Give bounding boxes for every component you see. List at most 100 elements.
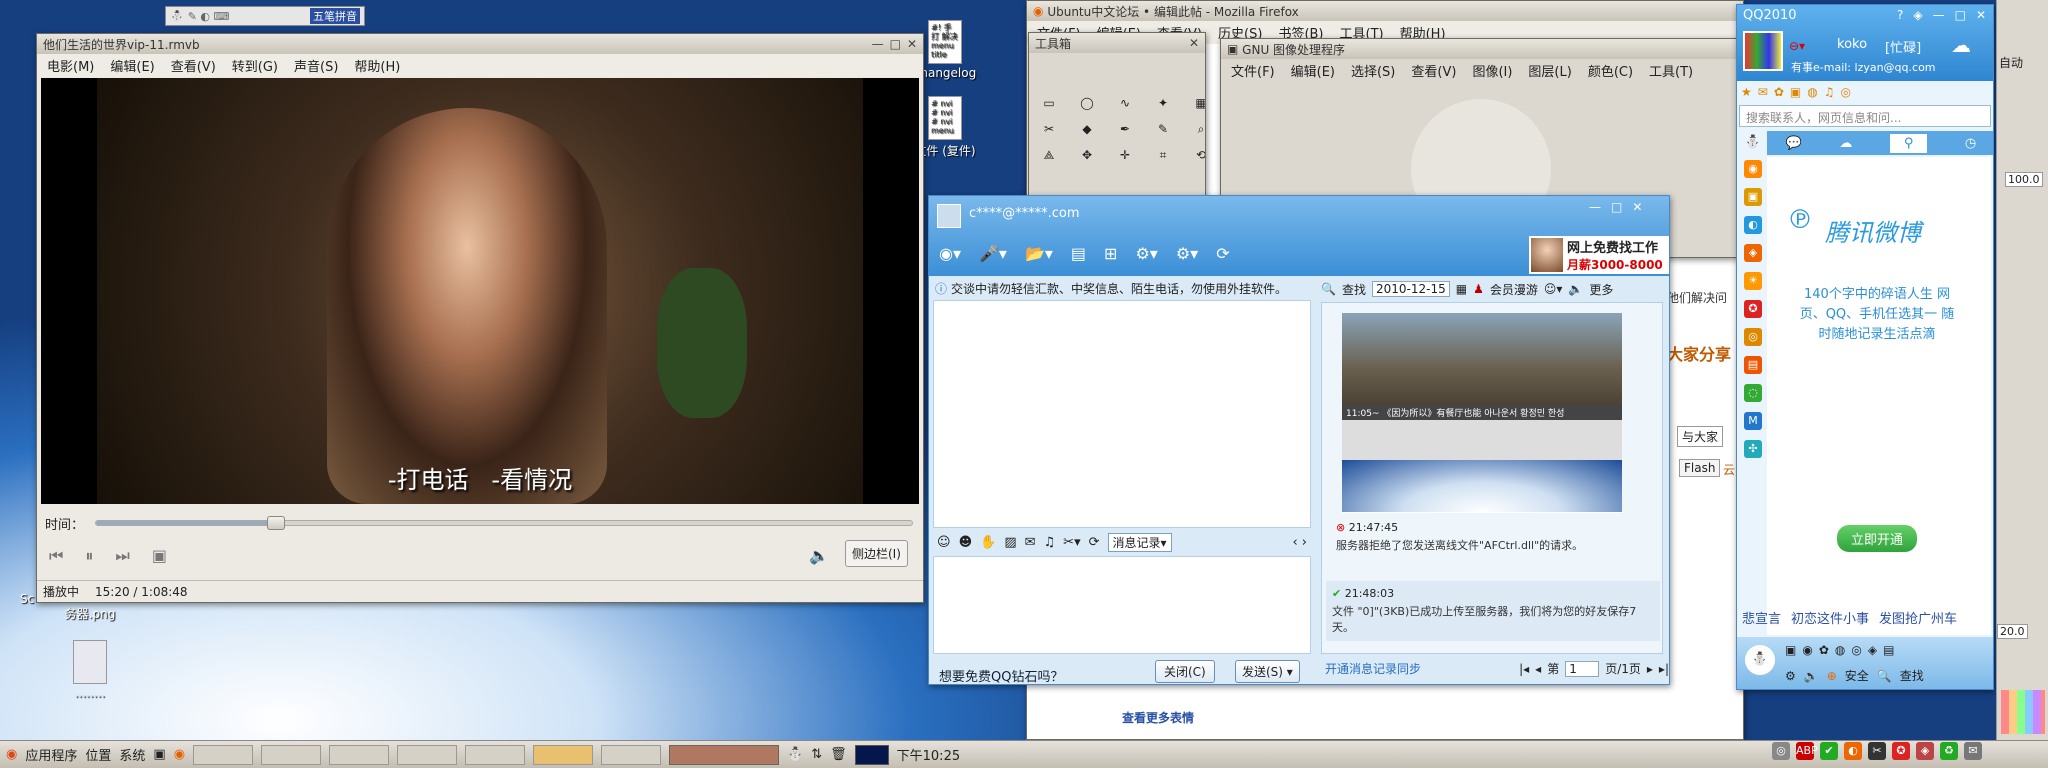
tab-weibo-icon[interactable]: ⚲ xyxy=(1889,133,1928,153)
tool-icon[interactable]: ◉ xyxy=(1802,643,1812,657)
tool-icon[interactable]: ▤ xyxy=(1883,643,1894,657)
app-icon[interactable]: ▣ xyxy=(1744,188,1762,206)
tool-icon[interactable]: ◎ xyxy=(1851,643,1861,657)
scissors-tool-icon[interactable]: ✂ xyxy=(1039,119,1059,139)
settings-icon[interactable]: ⚙▾ xyxy=(1176,244,1198,263)
search-label[interactable]: 查找 xyxy=(1342,281,1366,298)
seek-handle[interactable] xyxy=(266,516,285,530)
member-roaming[interactable]: 会员漫游 xyxy=(1490,281,1538,298)
app-icon[interactable]: M xyxy=(1744,412,1762,430)
menu-item[interactable]: 编辑(E) xyxy=(110,56,154,75)
menu-item[interactable]: 查看(V) xyxy=(171,56,216,75)
taskbar-window-button[interactable] xyxy=(397,744,458,765)
qq-promo[interactable]: 想要免费QQ钻石吗？ xyxy=(939,666,1063,684)
align-tool-icon[interactable]: ✛ xyxy=(1115,145,1135,165)
system-monitor[interactable] xyxy=(854,744,889,765)
clock[interactable]: 下午10:25 xyxy=(897,745,960,764)
desktop-icon-blurred[interactable]: ........ xyxy=(55,640,125,700)
tab-contacts-icon[interactable]: 💬 xyxy=(1786,136,1802,151)
open-weibo-button[interactable]: 立即开通 xyxy=(1837,525,1918,552)
more-button[interactable]: 更多 xyxy=(1589,281,1613,298)
share-icon[interactable]: ▤ xyxy=(1071,244,1086,263)
wallet-icon[interactable]: ▣ xyxy=(1790,85,1801,99)
rotate-tool-icon[interactable]: ⟲ xyxy=(1191,145,1205,165)
color-picker-tool-icon[interactable]: ✎ xyxy=(1153,119,1173,139)
qq-tray-icon[interactable]: ⛄ xyxy=(787,747,803,762)
menu-item[interactable]: 颜色(C) xyxy=(1588,61,1633,80)
foreground-select-tool-icon[interactable]: ◆ xyxy=(1077,119,1097,139)
find-label[interactable]: 查找 xyxy=(1900,667,1924,684)
color-select-tool-icon[interactable]: ▦ xyxy=(1191,93,1205,113)
zoom-tool-icon[interactable]: ⌕ xyxy=(1191,119,1205,139)
link[interactable]: 悲宣言 xyxy=(1742,608,1781,627)
maximize-icon[interactable]: □ xyxy=(890,37,901,51)
weather-icon[interactable]: ☁ xyxy=(1951,33,1971,57)
music-icon[interactable]: ♫ xyxy=(1044,535,1056,550)
menu-item[interactable]: 声音(S) xyxy=(294,56,338,75)
message-input[interactable] xyxy=(933,556,1311,654)
tray-icon[interactable]: ◐ xyxy=(1844,742,1862,760)
page-input[interactable]: 1 xyxy=(1565,660,1600,677)
seek-bar[interactable] xyxy=(95,516,913,530)
maximize-icon[interactable]: □ xyxy=(1955,8,1966,22)
last-page-icon[interactable]: ▸| xyxy=(1659,662,1669,676)
menu-item[interactable]: 文件(F) xyxy=(1231,61,1275,80)
volume-icon[interactable]: 🔈 xyxy=(809,546,829,565)
menu-item[interactable]: 编辑(E) xyxy=(1291,61,1335,80)
mail-icon[interactable]: ✉ xyxy=(1964,742,1982,760)
help-icon[interactable]: ? xyxy=(1897,8,1903,22)
palette-grid[interactable] xyxy=(2001,690,2045,734)
shared-image[interactable]: 11:05~ 《因为所以》有餐厅也能 아나운서 황정민 한성 xyxy=(1342,313,1622,513)
fullscreen-icon[interactable]: ▣ xyxy=(152,546,167,566)
tab-recent-icon[interactable]: ◷ xyxy=(1965,136,1976,151)
magic-wand-tool-icon[interactable]: ✦ xyxy=(1153,93,1173,113)
image-icon[interactable]: ▨ xyxy=(1004,535,1016,550)
crop-tool-icon[interactable]: ⌗ xyxy=(1153,145,1173,165)
close-icon[interactable]: ✕ xyxy=(1632,200,1642,214)
menu-item[interactable]: 帮助(H) xyxy=(354,56,400,75)
voice-call-icon[interactable]: 🎤▾ xyxy=(979,244,1007,263)
menu-places[interactable]: 位置 xyxy=(85,745,111,764)
tool-icon[interactable]: ◈ xyxy=(1868,643,1877,657)
send-file-icon[interactable]: 📂▾ xyxy=(1025,244,1053,263)
minimize-icon[interactable]: — xyxy=(1933,8,1945,22)
previous-icon[interactable]: ⏮ xyxy=(49,546,63,566)
page-snippet[interactable]: 与大家 xyxy=(1677,426,1724,447)
tray-icon[interactable]: ✔ xyxy=(1820,742,1838,760)
next-icon[interactable]: ⏭ xyxy=(115,546,129,566)
link[interactable]: 发图抢广州车 xyxy=(1879,608,1957,627)
next-page-icon[interactable]: ▸ xyxy=(1647,662,1653,676)
ime-toolbar[interactable]: ⛄ ✎ ◐ ⌨ 五笔拼音 xyxy=(165,6,365,26)
app-icon[interactable]: ✪ xyxy=(1744,300,1762,318)
minimize-icon[interactable]: — xyxy=(872,37,884,51)
settings-icon[interactable]: ⚙ xyxy=(1785,669,1796,683)
first-page-icon[interactable]: |◂ xyxy=(1519,662,1529,676)
send-button[interactable]: 发送(S) ▾ xyxy=(1235,660,1300,683)
sync-small-icon[interactable]: ⟳ xyxy=(1089,535,1100,550)
app-icon[interactable]: ▤ xyxy=(1744,356,1762,374)
workspace-switcher[interactable] xyxy=(669,744,780,765)
user-avatar[interactable] xyxy=(1743,31,1783,71)
taskbar-window-button[interactable] xyxy=(533,744,594,765)
mail-icon[interactable]: ✉ xyxy=(1758,85,1768,99)
tool-icon[interactable]: ✿ xyxy=(1819,643,1829,657)
zoom-field[interactable]: 100.0 xyxy=(2005,172,2043,187)
taskbar-window-button[interactable] xyxy=(329,744,390,765)
sync-icon[interactable]: ⟳ xyxy=(1216,244,1229,263)
music-icon[interactable]: ♫ xyxy=(1824,85,1835,99)
lasso-tool-icon[interactable]: ∿ xyxy=(1115,93,1135,113)
star-icon[interactable]: ★ xyxy=(1741,85,1752,99)
message-log-button[interactable]: 消息记录▾ xyxy=(1107,532,1172,552)
close-icon[interactable]: ✕ xyxy=(1976,8,1986,22)
space-icon[interactable]: ✿ xyxy=(1774,85,1784,99)
font-icon[interactable]: ☺ xyxy=(937,535,951,550)
pause-icon[interactable]: ⏸ xyxy=(85,546,93,566)
tray-icon[interactable]: ♻ xyxy=(1940,742,1958,760)
move-tool-icon[interactable]: ✥ xyxy=(1077,145,1097,165)
tab-groups-icon[interactable]: ☁ xyxy=(1839,136,1852,151)
skin-icon[interactable]: ◈ xyxy=(1913,8,1922,22)
flash-button[interactable]: Flash xyxy=(1679,459,1721,477)
taskbar-window-button[interactable] xyxy=(601,744,662,765)
safety-label[interactable]: 安全 xyxy=(1845,667,1869,684)
screenshot-icon[interactable]: ✂▾ xyxy=(1063,535,1080,550)
